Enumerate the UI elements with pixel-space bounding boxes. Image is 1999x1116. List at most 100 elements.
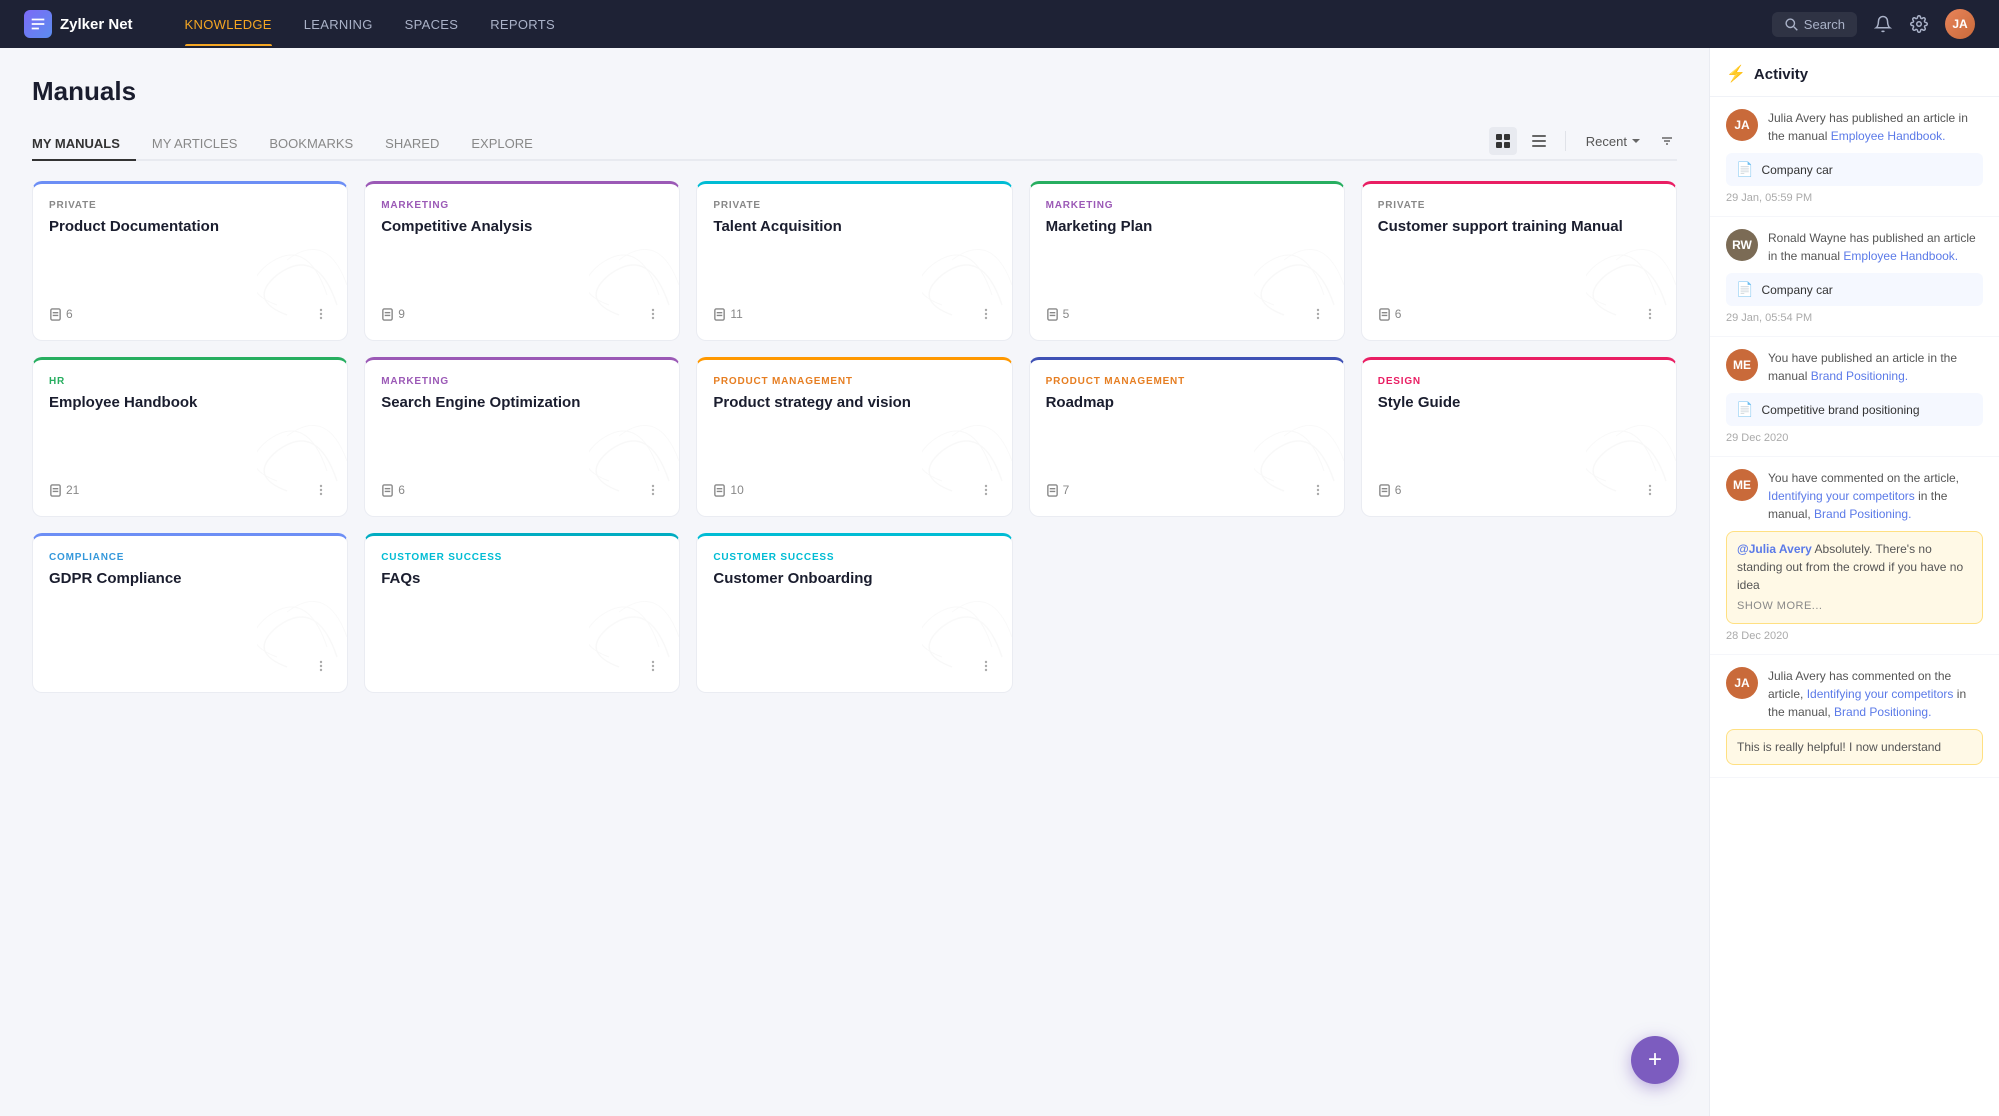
logo-icon (24, 10, 52, 38)
manual-card[interactable]: PRODUCT MANAGEMENT Product strategy and … (696, 357, 1012, 517)
tab-my-manuals[interactable]: MY MANUALS (32, 128, 136, 159)
activity-article-link[interactable]: Identifying your competitors (1807, 687, 1954, 701)
activity-text: Julia Avery has commented on the article… (1768, 667, 1983, 721)
card-more-button[interactable] (311, 480, 331, 500)
manual-card[interactable]: PRIVATE Talent Acquisition 11 (696, 181, 1012, 341)
manual-card[interactable]: CUSTOMER SUCCESS Customer Onboarding (696, 533, 1012, 693)
manual-card[interactable]: DESIGN Style Guide 6 (1361, 357, 1677, 517)
card-title: GDPR Compliance (49, 569, 331, 589)
activity-manual-link[interactable]: Brand Positioning. (1814, 507, 1911, 521)
card-more-button[interactable] (1308, 304, 1328, 324)
card-more-button[interactable] (643, 480, 663, 500)
card-footer: 10 (713, 480, 995, 500)
article-title: Competitive brand positioning (1761, 403, 1919, 417)
sort-order-button[interactable] (1657, 131, 1677, 151)
card-top: COMPLIANCE GDPR Compliance (49, 552, 331, 589)
tab-shared[interactable]: SHARED (369, 128, 455, 159)
activity-title: Activity (1754, 66, 1808, 83)
nav-spaces[interactable]: SPACES (393, 3, 471, 46)
manual-card[interactable]: MARKETING Marketing Plan 5 (1029, 181, 1345, 341)
notifications-icon[interactable] (1873, 14, 1893, 34)
activity-article-link[interactable]: Identifying your competitors (1768, 489, 1915, 503)
card-top: MARKETING Search Engine Optimization (381, 376, 663, 413)
activity-user-row: JA Julia Avery has published an article … (1726, 109, 1983, 145)
activity-date: 29 Jan, 05:54 PM (1726, 312, 1983, 324)
activity-article-card[interactable]: 📄 Company car (1726, 273, 1983, 306)
logo[interactable]: Zylker Net (24, 10, 133, 38)
manual-card[interactable]: MARKETING Search Engine Optimization 6 (364, 357, 680, 517)
article-icon: 📄 (1736, 161, 1753, 178)
card-more-button[interactable] (311, 304, 331, 324)
manual-card[interactable]: HR Employee Handbook 21 (32, 357, 348, 517)
tabs-bar: MY MANUALS MY ARTICLES BOOKMARKS SHARED … (32, 127, 1677, 161)
activity-text: You have commented on the article, Ident… (1768, 469, 1983, 523)
card-footer: 6 (49, 304, 331, 324)
article-title: Company car (1761, 163, 1832, 177)
card-footer (381, 656, 663, 676)
activity-text: Ronald Wayne has published an article in… (1768, 229, 1983, 265)
comment-author: @Julia Avery (1737, 542, 1812, 556)
card-top: PRIVATE Customer support training Manual (1378, 200, 1660, 237)
nav-knowledge[interactable]: KNOWLEDGE (173, 3, 284, 46)
card-top: CUSTOMER SUCCESS Customer Onboarding (713, 552, 995, 589)
activity-manual-link[interactable]: Brand Positioning. (1834, 705, 1931, 719)
topnav: Zylker Net KNOWLEDGE LEARNING SPACES REP… (0, 0, 1999, 48)
tab-my-articles[interactable]: MY ARTICLES (136, 128, 254, 159)
activity-avatar: ME (1726, 469, 1758, 501)
card-title: Customer support training Manual (1378, 217, 1660, 237)
activity-avatar: JA (1726, 109, 1758, 141)
activity-user-row: RW Ronald Wayne has published an article… (1726, 229, 1983, 265)
card-footer: 21 (49, 480, 331, 500)
manual-card[interactable]: CUSTOMER SUCCESS FAQs (364, 533, 680, 693)
manual-card[interactable]: PRIVATE Product Documentation 6 (32, 181, 348, 341)
tab-bookmarks[interactable]: BOOKMARKS (253, 128, 369, 159)
card-category: PRIVATE (1378, 200, 1660, 211)
activity-manual-link[interactable]: Brand Positioning. (1811, 369, 1908, 383)
activity-article-card[interactable]: 📄 Company car (1726, 153, 1983, 186)
activity-article-card[interactable]: 📄 Competitive brand positioning (1726, 393, 1983, 426)
tab-explore[interactable]: EXPLORE (455, 128, 548, 159)
card-title: Marketing Plan (1046, 217, 1328, 237)
search-button[interactable]: Search (1772, 12, 1857, 37)
card-top: PRODUCT MANAGEMENT Roadmap (1046, 376, 1328, 413)
card-more-button[interactable] (643, 656, 663, 676)
article-count: 10 (713, 483, 743, 497)
sort-button[interactable]: Recent (1578, 130, 1649, 153)
grid-view-button[interactable] (1489, 127, 1517, 155)
page-title: Manuals (32, 76, 1677, 107)
manual-card[interactable]: COMPLIANCE GDPR Compliance (32, 533, 348, 693)
card-title: Talent Acquisition (713, 217, 995, 237)
card-more-button[interactable] (976, 480, 996, 500)
manual-card[interactable]: PRODUCT MANAGEMENT Roadmap 7 (1029, 357, 1345, 517)
activity-avatar: JA (1726, 667, 1758, 699)
settings-icon[interactable] (1909, 14, 1929, 34)
card-more-button[interactable] (976, 656, 996, 676)
card-more-button[interactable] (976, 304, 996, 324)
activity-item: JA Julia Avery has published an article … (1710, 97, 1999, 217)
manual-card[interactable]: PRIVATE Customer support training Manual… (1361, 181, 1677, 341)
card-title: Product Documentation (49, 217, 331, 237)
card-category: DESIGN (1378, 376, 1660, 387)
card-more-button[interactable] (643, 304, 663, 324)
article-count: 21 (49, 483, 79, 497)
card-more-button[interactable] (1640, 304, 1660, 324)
view-controls: Recent (1489, 127, 1677, 159)
card-more-button[interactable] (311, 656, 331, 676)
card-footer: 5 (1046, 304, 1328, 324)
add-manual-button[interactable]: + (1631, 1036, 1679, 1084)
nav-learning[interactable]: LEARNING (292, 3, 385, 46)
activity-manual-link[interactable]: Employee Handbook. (1843, 249, 1958, 263)
nav-reports[interactable]: REPORTS (478, 3, 567, 46)
card-more-button[interactable] (1308, 480, 1328, 500)
user-avatar[interactable]: JA (1945, 9, 1975, 39)
card-more-button[interactable] (1640, 480, 1660, 500)
activity-header: ⚡ Activity (1710, 64, 1999, 97)
list-view-button[interactable] (1525, 127, 1553, 155)
card-category: CUSTOMER SUCCESS (381, 552, 663, 563)
activity-manual-link[interactable]: Employee Handbook. (1831, 129, 1946, 143)
article-count: 6 (381, 483, 405, 497)
activity-item: ME You have commented on the article, Id… (1710, 457, 1999, 655)
manual-card[interactable]: MARKETING Competitive Analysis 9 (364, 181, 680, 341)
article-icon: 📄 (1736, 401, 1753, 418)
show-more-button[interactable]: SHOW MORE... (1737, 598, 1972, 615)
